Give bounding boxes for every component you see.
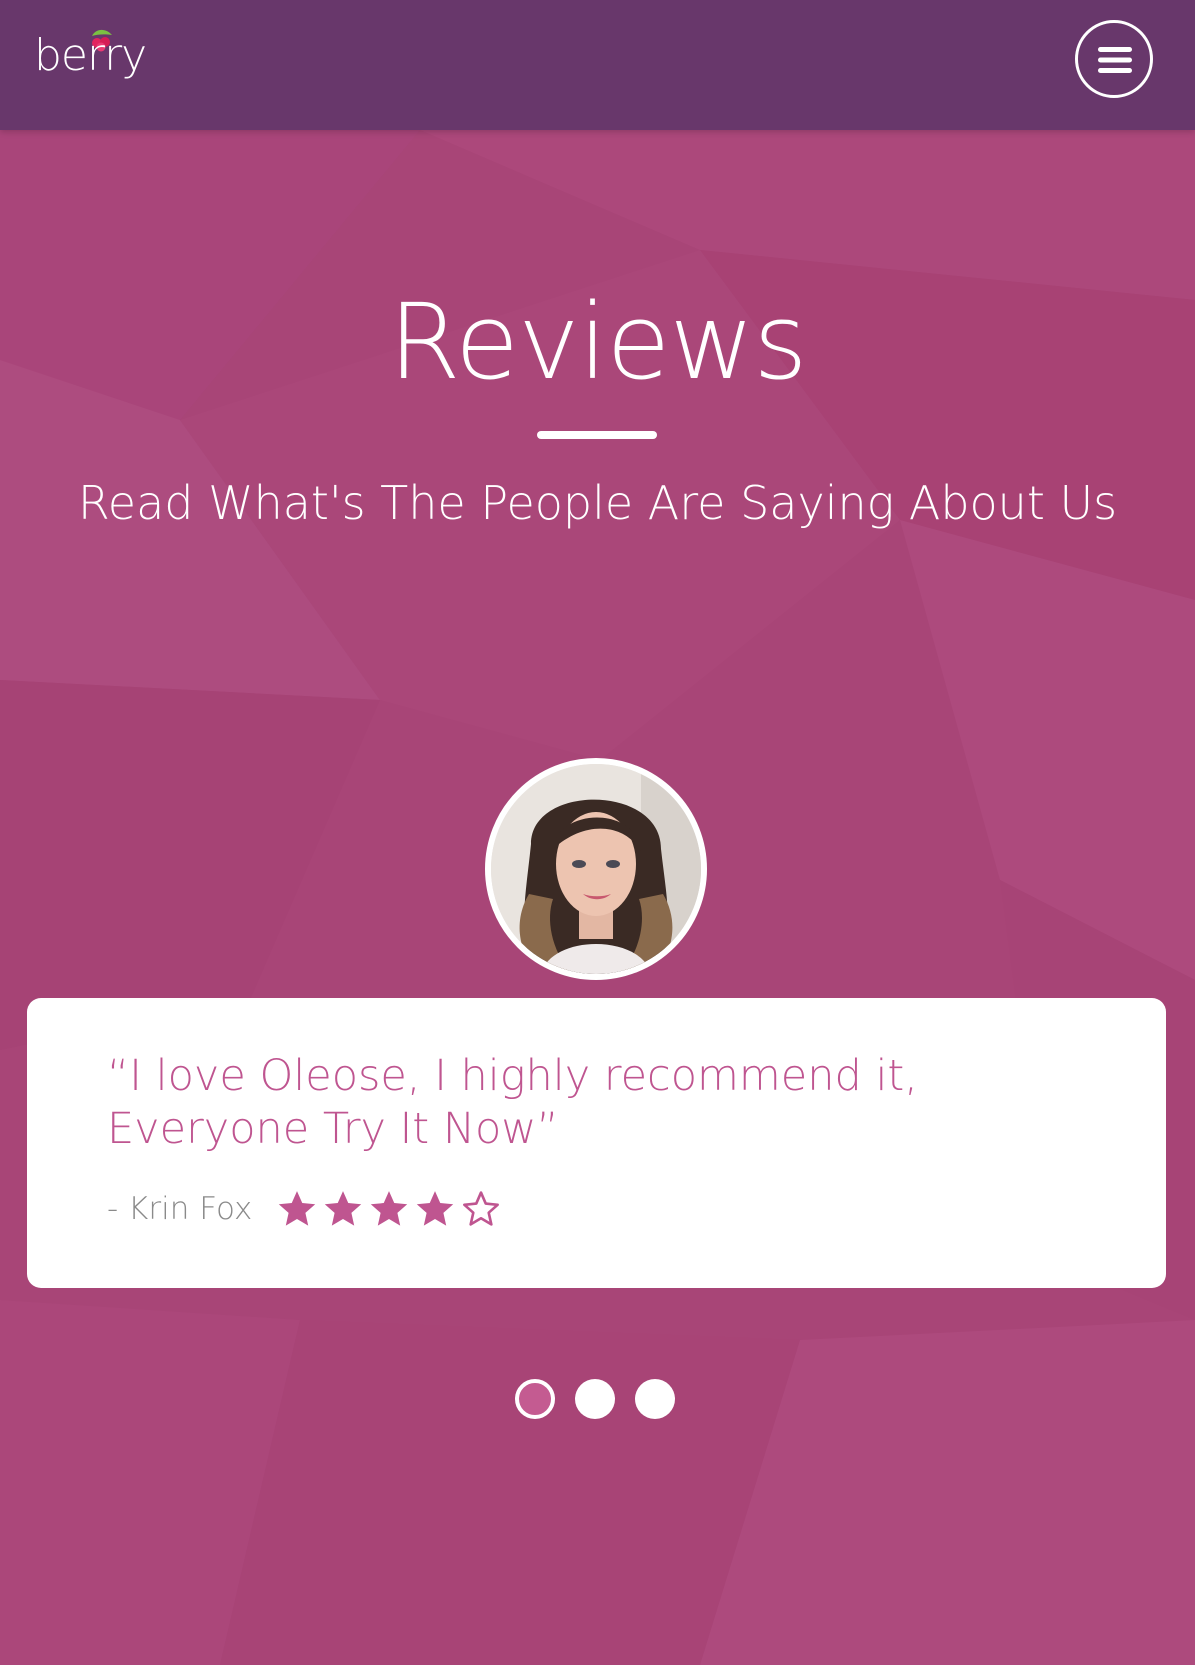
review-meta: - Krin Fox (107, 1186, 506, 1232)
star-filled-icon (371, 1191, 408, 1226)
section-title: Reviews (388, 281, 807, 403)
star-rating (276, 1188, 506, 1230)
carousel-dot-1[interactable] (515, 1379, 555, 1419)
star-filled-icon (417, 1191, 454, 1226)
menu-button[interactable] (1075, 20, 1153, 98)
carousel-dot-2[interactable] (575, 1379, 615, 1419)
star-empty-icon (463, 1191, 500, 1226)
logo-text: berry (34, 30, 147, 81)
review-quote: “I love Oleose, I highly recommend it, E… (107, 1051, 918, 1154)
section-subtitle: Read What's The People Are Saying About … (77, 476, 1118, 530)
reviewer-avatar (485, 758, 707, 980)
carousel-dot-3[interactable] (635, 1379, 675, 1419)
review-card: “I love Oleose, I highly recommend it, E… (27, 998, 1166, 1288)
hamburger-menu-icon (1098, 47, 1132, 73)
review-author: - Krin Fox (107, 1191, 253, 1227)
star-filled-icon (279, 1191, 316, 1226)
reviewer-photo (491, 764, 701, 974)
star-filled-icon (325, 1191, 362, 1226)
title-divider (537, 431, 657, 439)
top-navigation-bar: berry (0, 0, 1195, 130)
carousel-indicators (515, 1379, 695, 1419)
berry-logo[interactable]: berry (34, 26, 147, 96)
